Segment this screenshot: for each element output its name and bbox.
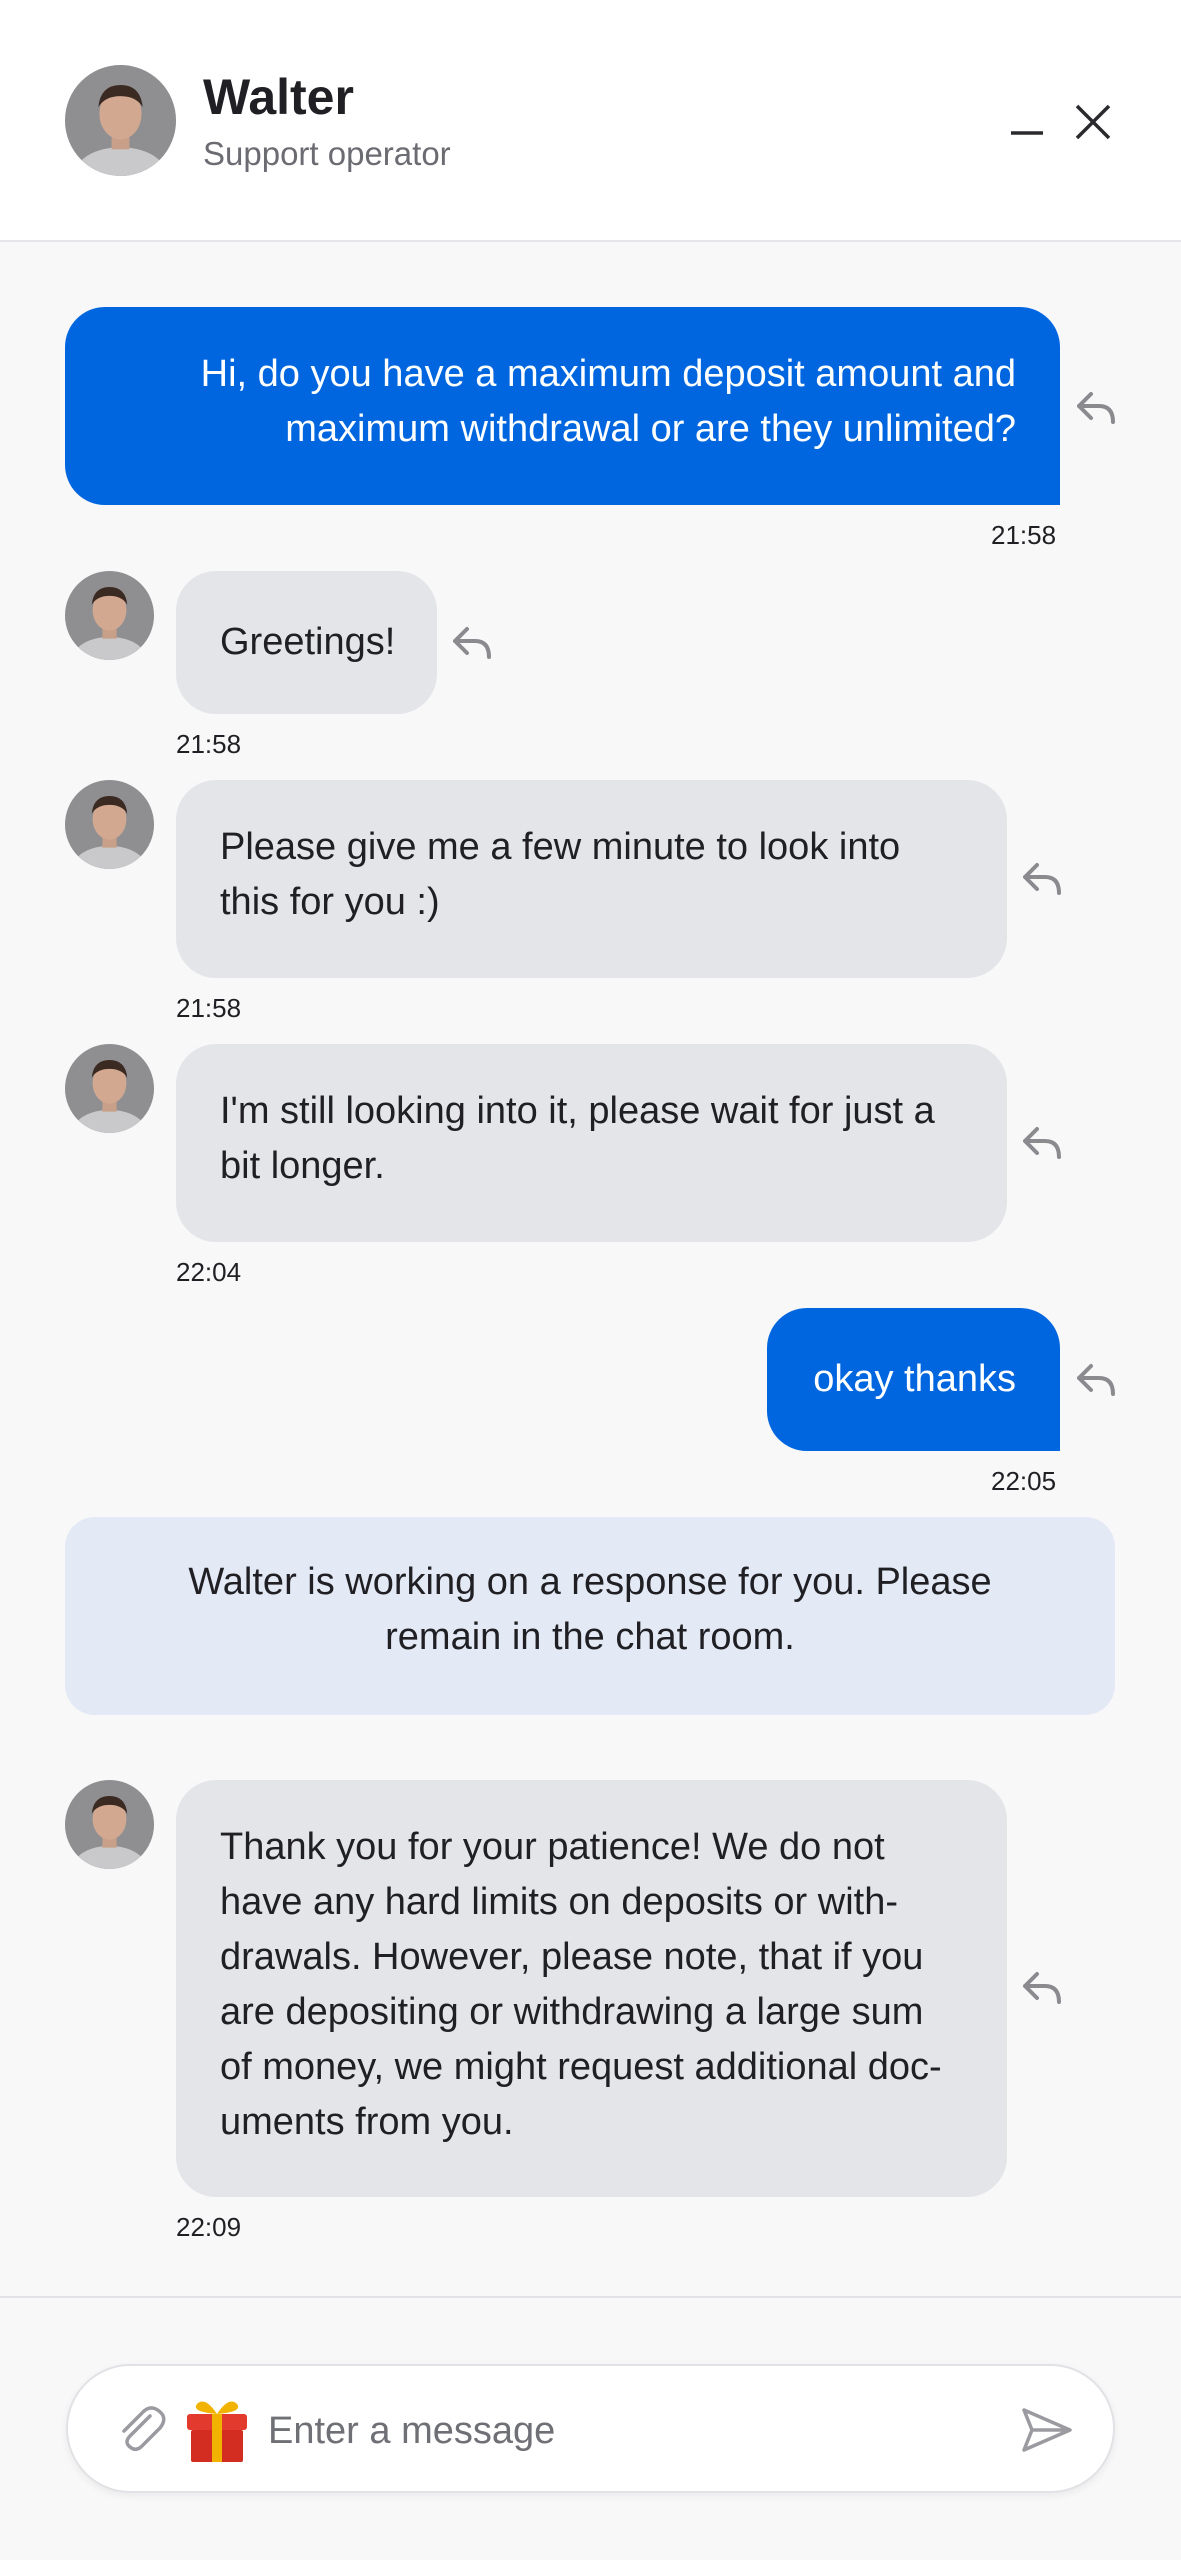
reply-button[interactable] — [449, 623, 495, 663]
operator-name: Walter — [203, 69, 354, 125]
operator-message: Please give me a few minute to look into… — [176, 780, 1007, 978]
operator-avatar — [65, 1780, 154, 1869]
minimize-button[interactable] — [997, 92, 1057, 152]
operator-message: I'm still looking into it, please wait f… — [176, 1044, 1007, 1242]
message-time: 21:58 — [991, 520, 1057, 550]
avatar-image — [65, 1044, 154, 1133]
minimize-icon — [1011, 131, 1043, 135]
reply-icon — [1023, 863, 1061, 895]
operator-message: Greetings! — [176, 571, 437, 714]
chat-messages[interactable]: Hi, do you have a maximum deposit amount… — [0, 242, 1181, 2296]
operator-avatar — [65, 1044, 154, 1133]
user-message: Hi, do you have a maximum deposit amount… — [65, 307, 1060, 505]
send-button[interactable] — [1018, 2402, 1076, 2458]
reply-button[interactable] — [1073, 388, 1119, 428]
reply-button[interactable] — [1019, 1968, 1065, 2008]
operator-avatar — [65, 65, 176, 176]
message-input[interactable] — [266, 2390, 1050, 2472]
avatar-image — [65, 65, 176, 176]
reply-icon — [1023, 1972, 1061, 2004]
avatar-image — [65, 780, 154, 869]
chat-header: Walter Support operator — [0, 0, 1181, 242]
typing-notice: Walter is working on a response for you.… — [65, 1517, 1115, 1715]
message-composer — [66, 2364, 1115, 2493]
user-message: okay thanks — [767, 1308, 1060, 1451]
message-time: 22:05 — [991, 1466, 1057, 1496]
message-time: 21:58 — [176, 729, 242, 759]
paperclip-icon — [122, 2406, 166, 2451]
gift-icon — [187, 2401, 247, 2462]
close-icon — [1075, 104, 1111, 140]
reply-icon — [1023, 1127, 1061, 1159]
operator-message: Thank you for your patience! We do not h… — [176, 1780, 1007, 2197]
gift-button[interactable] — [183, 2394, 251, 2464]
avatar-image — [65, 571, 154, 660]
avatar-image — [65, 1780, 154, 1869]
reply-icon — [1077, 1364, 1115, 1396]
reply-icon — [453, 627, 491, 659]
attach-button[interactable] — [114, 2404, 168, 2454]
send-icon — [1022, 2408, 1072, 2452]
reply-button[interactable] — [1073, 1360, 1119, 1400]
message-time: 21:58 — [176, 993, 242, 1023]
reply-button[interactable] — [1019, 859, 1065, 899]
message-time: 22:09 — [176, 2212, 242, 2242]
operator-avatar — [65, 780, 154, 869]
reply-icon — [1077, 392, 1115, 424]
message-time: 22:04 — [176, 1257, 242, 1287]
operator-avatar — [65, 571, 154, 660]
reply-button[interactable] — [1019, 1123, 1065, 1163]
close-button[interactable] — [1063, 92, 1123, 152]
composer-area — [0, 2296, 1181, 2560]
operator-role: Support operator — [203, 135, 451, 172]
